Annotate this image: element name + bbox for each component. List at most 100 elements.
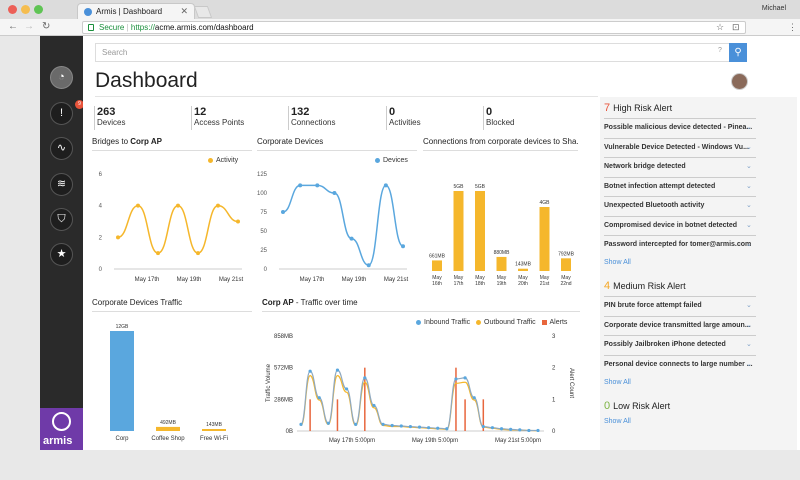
- dashboard-nav-icon[interactable]: ◔: [50, 66, 73, 89]
- data-point: [332, 191, 337, 195]
- browser-tab[interactable]: Armis | Dashboard ✕: [77, 3, 195, 19]
- high-show-all-link[interactable]: Show All: [604, 259, 631, 266]
- x-tick-label: Coffee Shop: [151, 436, 185, 442]
- chevron-down-icon[interactable]: ⌄: [746, 162, 752, 170]
- profile-name[interactable]: Michael: [762, 5, 786, 12]
- secure-label: Secure: [99, 23, 125, 32]
- alert-item[interactable]: Compromised device in botnet detected: [604, 215, 756, 235]
- corporate-devices-panel: Corporate Devices: [257, 137, 417, 151]
- bar: [518, 268, 528, 271]
- data-point: [326, 421, 330, 425]
- x-tick-label: 20th: [518, 281, 528, 286]
- address-bar[interactable]: Secure | https://acme.armis.com/dashboar…: [82, 21, 746, 34]
- maximize-window-icon[interactable]: [34, 5, 43, 14]
- page-title: Dashboard: [95, 69, 198, 92]
- alert-item[interactable]: Password intercepted for tomer@armis.com: [604, 235, 756, 254]
- bar: [475, 191, 485, 271]
- alert-item[interactable]: Possible malicious device detected - Pin…: [604, 118, 756, 137]
- y2-axis-label: Alert Count: [568, 368, 574, 398]
- alert-item[interactable]: Botnet infection attempt detected: [604, 176, 756, 196]
- data-point: [445, 427, 449, 431]
- close-window-icon[interactable]: [8, 5, 17, 14]
- stat-connections[interactable]: 132 Connections: [288, 106, 335, 130]
- corporate-devices-title: Corporate Devices: [257, 137, 324, 146]
- alerts-nav-icon[interactable]: ! 9: [50, 100, 84, 125]
- bridges-panel: Bridges to Corp AP: [92, 137, 252, 151]
- alert-item[interactable]: Vulnerable Device Detected - Windows Vu.…: [604, 137, 756, 157]
- y-tick-label: 100: [257, 191, 268, 197]
- wifi-nav-icon[interactable]: ≋: [50, 173, 73, 196]
- x-tick-label: Free Wi-Fi: [200, 436, 228, 442]
- data-point: [536, 428, 540, 433]
- chevron-down-icon[interactable]: ⌄: [746, 201, 752, 209]
- alert-group-label: Low Risk Alert: [613, 401, 671, 411]
- forward-icon[interactable]: →: [24, 21, 34, 32]
- chevron-down-icon[interactable]: ⌄: [746, 321, 752, 329]
- user-avatar[interactable]: [731, 73, 748, 90]
- back-icon[interactable]: ←: [8, 21, 18, 32]
- url-scheme: https://: [130, 23, 155, 32]
- new-tab-button[interactable]: [193, 6, 213, 18]
- data-point: [527, 428, 531, 433]
- chevron-down-icon[interactable]: ⌄: [746, 221, 752, 229]
- bar-value-label: 5GB: [453, 184, 464, 190]
- x-tick-label: 22nd: [560, 281, 571, 286]
- stat-access-points[interactable]: 12 Access Points: [191, 106, 244, 130]
- data-point: [298, 183, 303, 188]
- alert-item[interactable]: Unexpected Bluetooth activity: [604, 196, 756, 215]
- chevron-down-icon[interactable]: ⌄: [746, 123, 752, 131]
- stat-label: Blocked: [486, 118, 515, 127]
- bookmark-star-icon[interactable]: ☆: [716, 22, 724, 33]
- stat-devices[interactable]: 263 Devices: [94, 106, 125, 130]
- stat-value: 0: [389, 106, 396, 118]
- y-tick-label: 286MB: [274, 397, 293, 403]
- search-help-icon[interactable]: ?: [718, 47, 722, 54]
- stat-label: Activities: [389, 118, 421, 127]
- x-tick-label: May 21st: [219, 277, 244, 283]
- medium-show-all-link[interactable]: Show All: [604, 379, 631, 386]
- chevron-down-icon[interactable]: ⌄: [746, 240, 752, 248]
- url-text: acme.armis.com/dashboard: [154, 23, 254, 32]
- close-tab-icon[interactable]: ✕: [180, 6, 188, 17]
- alert-item[interactable]: Possibly Jailbroken iPhone detected: [604, 335, 756, 354]
- data-point: [349, 236, 354, 241]
- outbound-traffic-line: [300, 375, 539, 432]
- armis-logo-text: armis: [43, 435, 73, 447]
- star-nav-icon[interactable]: ★: [50, 243, 73, 266]
- stat-blocked[interactable]: 0 Blocked: [483, 106, 514, 130]
- alert-item[interactable]: Network bridge detected: [604, 157, 756, 176]
- bar-value-label: 4GB: [539, 200, 550, 206]
- data-point: [372, 403, 376, 408]
- browser-menu-icon[interactable]: ⋮: [788, 22, 797, 33]
- y-tick-label: 0B: [286, 429, 293, 435]
- extension-icon[interactable]: ⊡: [732, 22, 740, 33]
- bar-value-label: 792MB: [558, 251, 575, 257]
- activity-nav-icon[interactable]: ∿: [50, 137, 73, 160]
- alert-item[interactable]: Personal device connects to large number…: [604, 354, 756, 374]
- chevron-down-icon[interactable]: ⌄: [746, 360, 752, 368]
- minimize-window-icon[interactable]: [21, 5, 30, 14]
- chevron-down-icon[interactable]: ⌄: [746, 182, 752, 190]
- chevron-down-icon[interactable]: ⌄: [746, 301, 752, 309]
- x-tick-label: 21st: [540, 281, 550, 286]
- sidebar: ◔ ! 9 ∿ ≋ ⛉ ★ armis: [40, 36, 84, 450]
- stat-value: 132: [291, 106, 310, 118]
- stat-activities[interactable]: 0 Activities: [386, 106, 421, 130]
- corp-ap-panel: Corp AP - Traffic over time: [262, 298, 580, 312]
- search-button[interactable]: ⚲: [729, 43, 747, 62]
- low-show-all-link[interactable]: Show All: [604, 418, 631, 425]
- alert-item[interactable]: PIN brute force attempt failed: [604, 296, 756, 315]
- data-point: [381, 422, 385, 426]
- connections-title: Connections from corporate devices to Sh…: [423, 137, 578, 146]
- search-input[interactable]: Search: [95, 43, 735, 62]
- data-point: [354, 422, 358, 426]
- connections-panel: Connections from corporate devices to Sh…: [423, 137, 578, 151]
- chevron-down-icon[interactable]: ⌄: [746, 340, 752, 348]
- shield-nav-icon[interactable]: ⛉: [50, 208, 73, 231]
- reload-icon[interactable]: ↻: [42, 21, 50, 32]
- y-tick-label: 2: [99, 235, 103, 241]
- alert-item[interactable]: Corporate device transmitted large amoun…: [604, 315, 756, 335]
- data-point: [176, 203, 180, 208]
- chevron-down-icon[interactable]: ⌄: [746, 143, 752, 151]
- x-tick-label: May 19th 5:00pm: [412, 438, 458, 444]
